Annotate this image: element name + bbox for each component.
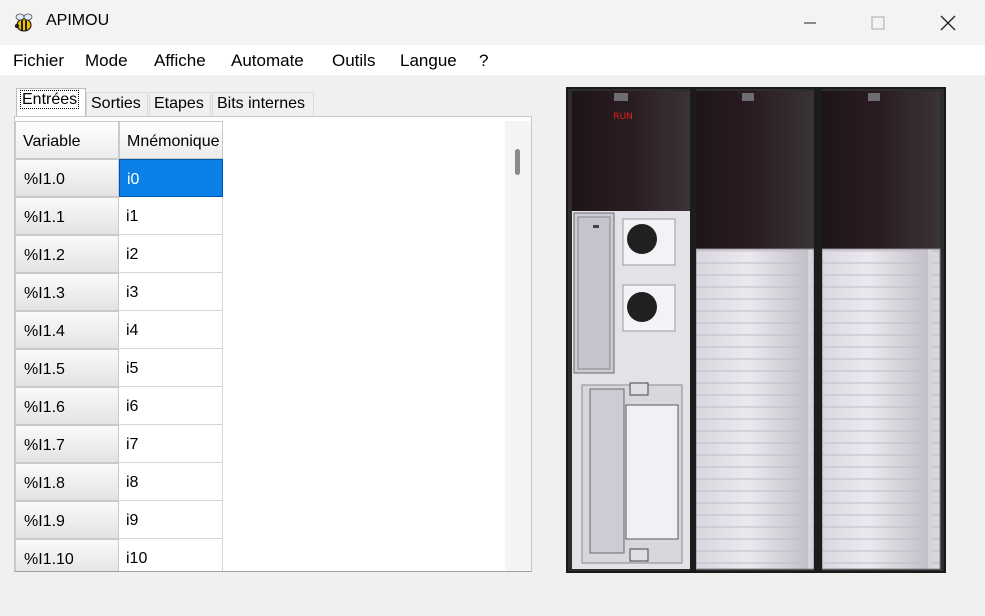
menu-outils[interactable]: Outils [332, 51, 375, 71]
maximize-icon [871, 16, 885, 29]
column-header-variable[interactable]: Variable [15, 121, 119, 159]
row-header[interactable]: %I1.0 [15, 159, 119, 197]
run-indicator-label: RUN [613, 112, 633, 122]
minimize-icon [804, 22, 816, 23]
row-header[interactable]: %I1.8 [15, 463, 119, 501]
mnemonic-cell[interactable]: i4 [119, 311, 223, 349]
menu-fichier[interactable]: Fichier [13, 51, 64, 71]
mnemonic-cell[interactable]: i10 [119, 539, 223, 571]
variables-table: Variable Mnémonique %I1.0 i0 %I1.1 i1 %I… [14, 116, 532, 572]
menu-mode[interactable]: Mode [85, 51, 128, 71]
tab-etapes-label: Etapes [154, 95, 204, 112]
minimize-button[interactable] [787, 0, 833, 45]
title-bar: APIMOU [0, 0, 985, 45]
tab-bits-internes-label: Bits internes [217, 95, 306, 112]
vertical-scrollbar[interactable] [505, 121, 531, 571]
maximize-button[interactable] [855, 0, 901, 45]
window-title: APIMOU [46, 12, 110, 29]
mnemonic-cell[interactable]: i1 [119, 197, 223, 235]
row-header[interactable]: %I1.3 [15, 273, 119, 311]
column-header-mnemonique[interactable]: Mnémonique [119, 121, 223, 159]
row-header[interactable]: %I1.9 [15, 501, 119, 539]
mnemonic-cell[interactable]: i0 [119, 159, 223, 197]
tab-entrees[interactable]: Entrées [16, 88, 86, 116]
tab-sorties[interactable]: Sorties [86, 92, 148, 116]
menu-bar: Fichier Mode Affiche Automate Outils Lan… [0, 45, 985, 75]
row-header[interactable]: %I1.2 [15, 235, 119, 273]
mnemonic-cell[interactable]: i2 [119, 235, 223, 273]
close-button[interactable] [925, 0, 971, 45]
tab-etapes[interactable]: Etapes [149, 92, 211, 116]
plc-image: RUN [566, 87, 946, 573]
mnemonic-cell[interactable]: i5 [119, 349, 223, 387]
menu-automate[interactable]: Automate [231, 51, 304, 71]
row-header[interactable]: %I1.10 [15, 539, 119, 571]
tab-sorties-label: Sorties [91, 95, 141, 112]
mnemonic-cell[interactable]: i9 [119, 501, 223, 539]
menu-affiche[interactable]: Affiche [154, 51, 206, 71]
menu-help[interactable]: ? [479, 51, 488, 71]
row-header[interactable]: %I1.7 [15, 425, 119, 463]
plc-rack-illustration: RUN [568, 89, 944, 571]
mnemonic-cell[interactable]: i3 [119, 273, 223, 311]
scrollbar-thumb[interactable] [515, 149, 520, 175]
tab-bits-internes[interactable]: Bits internes [212, 92, 314, 116]
mnemonic-cell[interactable]: i8 [119, 463, 223, 501]
tab-entrees-label: Entrées [19, 90, 80, 109]
close-icon [940, 15, 956, 30]
row-header[interactable]: %I1.6 [15, 387, 119, 425]
row-header[interactable]: %I1.1 [15, 197, 119, 235]
row-header[interactable]: %I1.5 [15, 349, 119, 387]
mnemonic-cell[interactable]: i6 [119, 387, 223, 425]
mnemonic-cell[interactable]: i7 [119, 425, 223, 463]
bee-icon [12, 11, 36, 35]
menu-langue[interactable]: Langue [400, 51, 457, 71]
row-header[interactable]: %I1.4 [15, 311, 119, 349]
